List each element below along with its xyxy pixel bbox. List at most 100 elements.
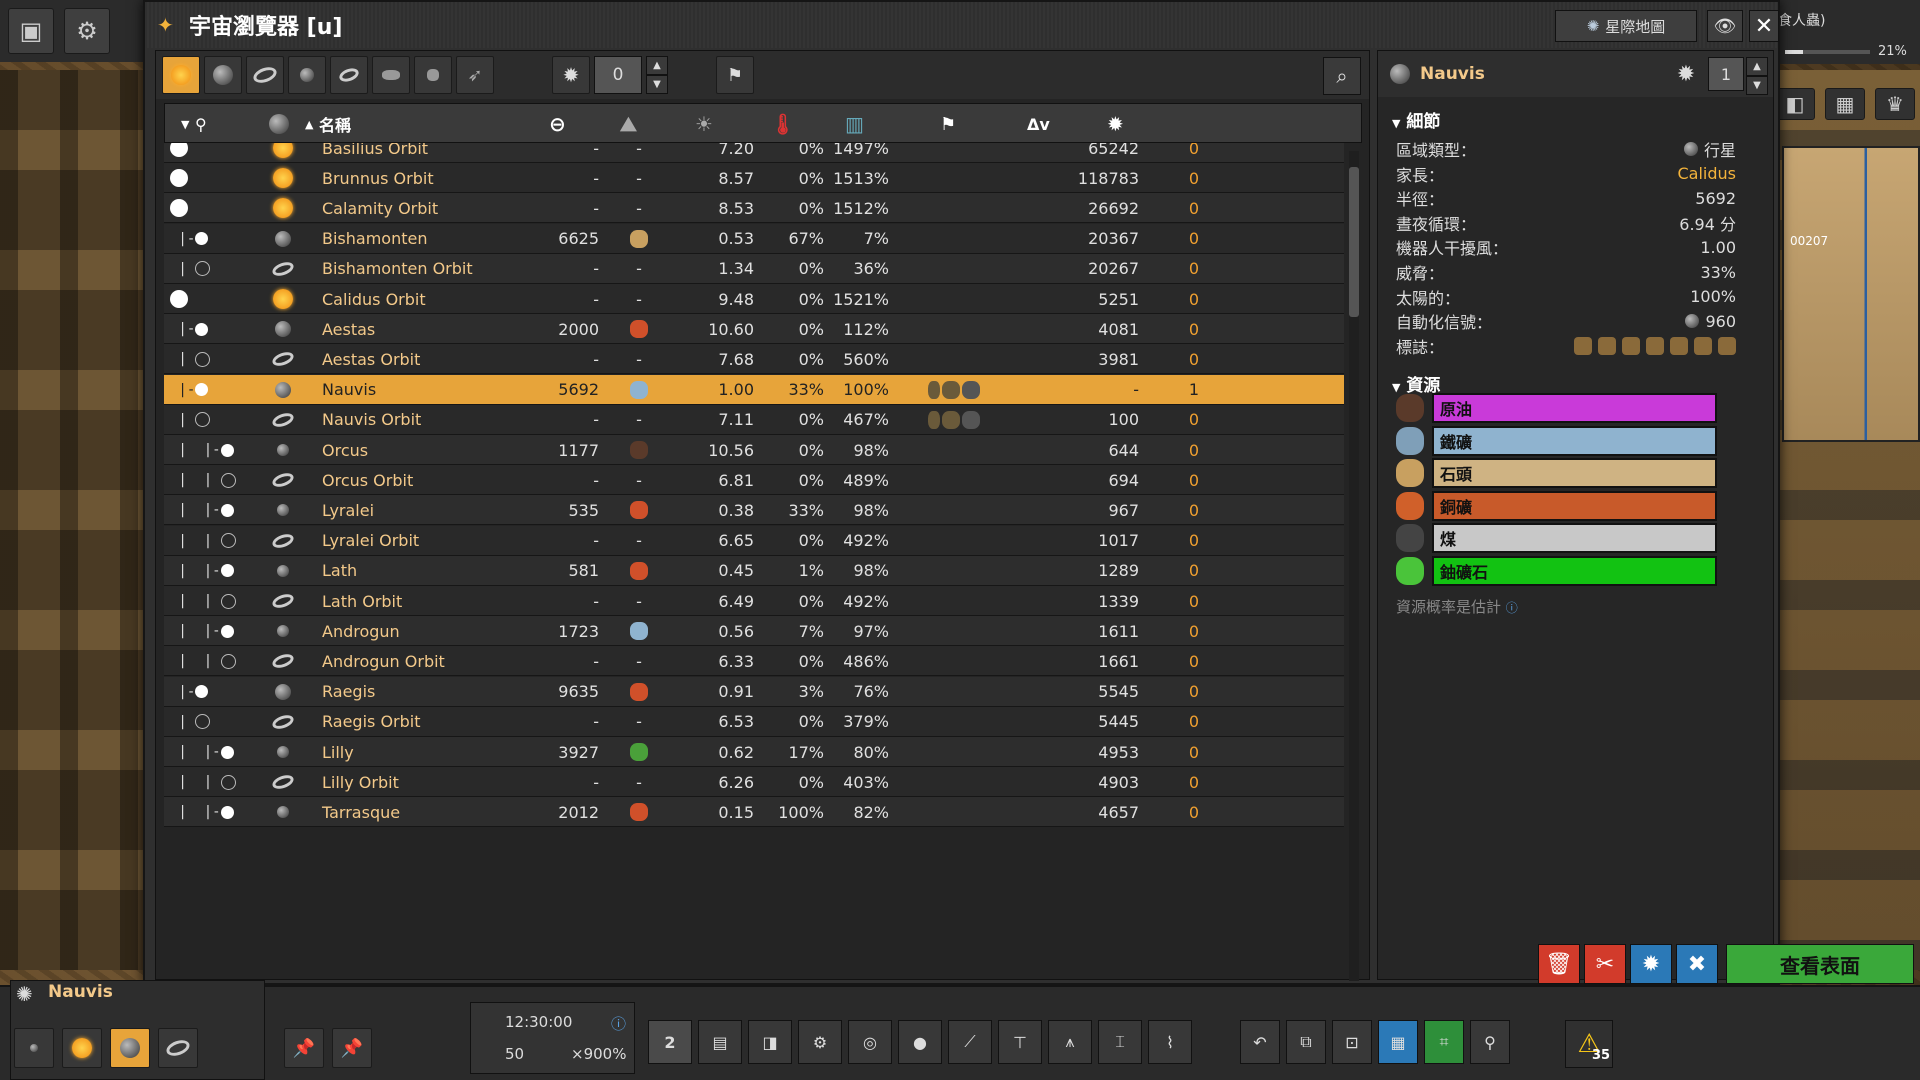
character-button[interactable]: ⚙	[64, 8, 110, 54]
table-row[interactable]: Basilius Orbit - - 7.20 0% 1497% 65242 0	[164, 143, 1344, 163]
tree-cell[interactable]	[170, 143, 250, 163]
quickbar-slot[interactable]: ⌶	[1098, 1020, 1142, 1064]
sort-tree-column[interactable]: ▼ ⚲	[181, 104, 207, 144]
filter-moon-orbits-button[interactable]	[330, 56, 368, 94]
tree-cell[interactable]: | |-	[170, 797, 250, 827]
priority-stepper[interactable]: ▲ ▼	[1746, 57, 1768, 95]
resource-column-header[interactable]: ⛰	[620, 104, 637, 144]
tree-cell[interactable]	[170, 284, 250, 314]
delta-v-column-header[interactable]: Δv	[1027, 104, 1050, 144]
toggle-view-button[interactable]: 👁	[1707, 10, 1743, 42]
table-row[interactable]: Calamity Orbit - - 8.53 0% 1512% 26692 0	[164, 193, 1344, 224]
filter-moons-button[interactable]	[288, 56, 326, 94]
type-column-header[interactable]	[269, 104, 289, 144]
info-icon[interactable]: ⓘ	[611, 1013, 626, 1034]
details-section-toggle[interactable]: ▼ 細節	[1392, 107, 1440, 132]
tree-cell[interactable]: |	[170, 254, 250, 284]
table-row[interactable]: | | Orcus Orbit - - 6.81 0% 489% 694 0	[164, 465, 1344, 496]
table-row[interactable]: | |- Lilly 3927 0.62 17% 80% 4953 0	[164, 737, 1344, 767]
quickbar-slot[interactable]: ⊤	[998, 1020, 1042, 1064]
blueprint-book-button[interactable]: ▦	[1378, 1020, 1418, 1064]
delete-button[interactable]: 🗑	[1538, 944, 1580, 984]
table-row[interactable]: | | Lilly Orbit - - 6.26 0% 403% 4903 0	[164, 767, 1344, 798]
signal-filter-button[interactable]: ⚑	[716, 56, 754, 94]
stepper-down-icon[interactable]: ▼	[646, 75, 668, 94]
tree-cell[interactable]	[170, 193, 250, 223]
table-row[interactable]: | |- Lath 581 0.45 1% 98% 1289 0	[164, 555, 1344, 586]
table-row[interactable]: | Bishamonten Orbit - - 1.34 0% 36% 20267 0	[164, 253, 1344, 284]
filter-orbits-button[interactable]	[246, 56, 284, 94]
tree-cell[interactable]: |	[170, 707, 250, 737]
tree-cell[interactable]: | |	[170, 526, 250, 556]
train-button[interactable]: ▦	[1825, 88, 1865, 120]
tree-cell[interactable]: | |-	[170, 495, 250, 525]
table-row[interactable]: Calidus Orbit - - 9.48 0% 1521% 5251 0	[164, 284, 1344, 314]
tree-cell[interactable]: | |	[170, 767, 250, 797]
tree-cell[interactable]: | |-	[170, 556, 250, 586]
hud-orbit-button[interactable]	[158, 1028, 198, 1068]
quickbar-slot[interactable]: ⌇	[1148, 1020, 1192, 1064]
filter-planets-button[interactable]	[204, 56, 242, 94]
table-row[interactable]: | |- Androgun 1723 0.56 7% 97% 1611 0	[164, 616, 1344, 647]
hud-star-button[interactable]	[62, 1028, 102, 1068]
tree-cell[interactable]: | |	[170, 465, 250, 495]
undo-button[interactable]: ↶	[1240, 1020, 1280, 1064]
inventory-button[interactable]: ▣	[8, 8, 54, 54]
table-row[interactable]: | | Lyralei Orbit - - 6.65 0% 492% 1017 0	[164, 525, 1344, 556]
table-row[interactable]: | | Lath Orbit - - 6.49 0% 492% 1339 0	[164, 586, 1344, 616]
pin-button[interactable]: 📌	[284, 1028, 324, 1068]
table-row[interactable]: |- Nauvis 5692 1.00 33% 100% - 1	[164, 374, 1344, 405]
tools-button[interactable]: ✖	[1676, 944, 1718, 984]
tree-cell[interactable]: | |-	[170, 435, 250, 465]
hud-planet-button[interactable]	[14, 1028, 54, 1068]
tree-cell[interactable]: |	[170, 344, 250, 374]
filter-stars-button[interactable]	[162, 56, 200, 94]
table-row[interactable]: | Aestas Orbit - - 7.68 0% 560% 3981 0	[164, 344, 1344, 375]
select-button[interactable]: ⌗	[1424, 1020, 1464, 1064]
threat-column-header[interactable]: 🌡	[770, 104, 795, 144]
quickbar-slot[interactable]: ●	[898, 1020, 942, 1064]
filter-spaceships-button[interactable]: ➶	[456, 56, 494, 94]
priority-value[interactable]: 1	[1708, 57, 1744, 91]
tree-cell[interactable]: |	[170, 405, 250, 435]
quickbar-slot[interactable]: ⟋	[948, 1020, 992, 1064]
tree-cell[interactable]: | |	[170, 586, 250, 616]
table-row[interactable]: | |- Orcus 1177 10.56 0% 98% 644 0	[164, 435, 1344, 465]
daynight-column-header[interactable]: ☀	[695, 104, 713, 144]
tree-cell[interactable]: | |-	[170, 737, 250, 767]
view-surface-button[interactable]: 查看表面	[1726, 944, 1914, 984]
name-column-header[interactable]: ▲ 名稱	[305, 104, 351, 144]
tree-cell[interactable]: |-	[170, 224, 250, 254]
threat-stepper[interactable]: ▲ ▼	[646, 56, 668, 94]
signal-column-header[interactable]: ⚑	[940, 104, 956, 144]
stepper-down-icon[interactable]: ▼	[1746, 76, 1768, 95]
stepper-up-icon[interactable]: ▲	[1746, 57, 1768, 76]
filter-fields-button[interactable]	[414, 56, 452, 94]
cut-button[interactable]: ⊡	[1332, 1020, 1372, 1064]
disabled-shortcut[interactable]: ⚲	[1470, 1020, 1510, 1064]
quickbar-slot[interactable]: ⩚	[1048, 1020, 1092, 1064]
quickbar-page[interactable]: 2	[648, 1020, 692, 1064]
table-row[interactable]: | Nauvis Orbit - - 7.11 0% 467% 100 0	[164, 404, 1344, 435]
close-button[interactable]: ✕	[1749, 10, 1779, 42]
quickbar-slot[interactable]: ▤	[698, 1020, 742, 1064]
table-scrollbar-thumb[interactable]	[1349, 167, 1359, 317]
search-button[interactable]: ⌕	[1323, 57, 1361, 95]
minimap[interactable]: 00207	[1782, 146, 1920, 442]
table-row[interactable]: |- Raegis 9635 0.91 3% 76% 5545 0	[164, 676, 1344, 707]
biter-settings-button[interactable]: ✹	[1630, 944, 1672, 984]
achievements-button[interactable]: ♛	[1875, 88, 1915, 120]
table-row[interactable]: |- Aestas 2000 10.60 0% 112% 4081 0	[164, 314, 1344, 345]
table-row[interactable]: |- Bishamonten 6625 0.53 67% 7% 20367 0	[164, 223, 1344, 254]
window-titlebar[interactable]: ✦ 宇宙瀏覽器 [u] ✺ 星際地圖 👁 ✕	[145, 2, 1779, 48]
copy-button[interactable]: ⧉	[1286, 1020, 1326, 1064]
threat-filter-value[interactable]: 0	[594, 56, 642, 94]
quickbar-slot[interactable]: ◨	[748, 1020, 792, 1064]
table-row[interactable]: | | Androgun Orbit - - 6.33 0% 486% 1661 0	[164, 646, 1344, 677]
table-row[interactable]: Brunnus Orbit - - 8.57 0% 1513% 118783 0	[164, 163, 1344, 194]
starmap-button[interactable]: ✺ 星際地圖	[1555, 10, 1697, 42]
tree-cell[interactable]: |-	[170, 375, 250, 405]
table-row[interactable]: | |- Lyralei 535 0.38 33% 98% 967 0	[164, 495, 1344, 526]
pin-alt-button[interactable]: 📌	[332, 1028, 372, 1068]
tree-cell[interactable]: | |-	[170, 616, 250, 646]
